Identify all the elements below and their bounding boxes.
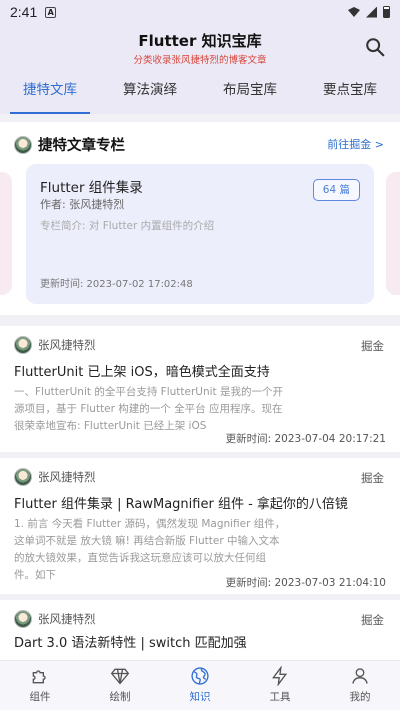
app-header: Flutter 知识宝库 分类收录张风捷特烈的博客文章 <box>0 24 400 70</box>
article-card[interactable]: 张风捷特烈 掘金 FlutterUnit 已上架 iOS，暗色模式全面支持 一、… <box>0 326 400 452</box>
article-card[interactable]: 张风捷特烈 掘金 Dart 3.0 语法新特性 | switch 匹配加强 <box>0 600 400 660</box>
article-updated: 更新时间: 2023-07-03 21:04:10 <box>225 577 386 589</box>
nav-label: 我的 <box>349 691 371 703</box>
article-source: 掘金 <box>361 471 384 485</box>
article-author-row: 张风捷特烈 <box>14 336 96 354</box>
article-updated: 更新时间: 2023-07-04 20:17:21 <box>225 433 386 445</box>
nav-item-paint[interactable]: 绘制 <box>80 661 160 710</box>
nav-item-knowledge[interactable]: 知识 <box>160 661 240 710</box>
article-title: Flutter 组件集录 | RawMagnifier 组件 - 拿起你的八倍镜 <box>14 497 348 512</box>
page-title: Flutter 知识宝库 <box>138 32 262 50</box>
article-source: 掘金 <box>361 613 384 627</box>
column-card-title: Flutter 组件集录 <box>40 180 143 196</box>
article-title: Dart 3.0 语法新特性 | switch 匹配加强 <box>14 636 247 651</box>
avatar <box>14 610 32 628</box>
article-source: 掘金 <box>361 339 384 353</box>
search-icon[interactable] <box>364 36 386 58</box>
column-card-description: 专栏简介: 对 Flutter 内置组件的介绍 <box>40 220 215 232</box>
article-title: FlutterUnit 已上架 iOS，暗色模式全面支持 <box>14 365 270 380</box>
nav-label: 工具 <box>269 691 291 703</box>
tab-algorithm[interactable]: 算法演绎 <box>100 70 200 114</box>
nav-label: 知识 <box>189 691 211 703</box>
page-subtitle: 分类收录张风捷特烈的博客文章 <box>133 55 267 66</box>
status-time: 2:41 <box>10 4 38 20</box>
diamond-icon <box>110 668 130 685</box>
nav-label: 组件 <box>29 691 51 703</box>
nav-item-tools[interactable]: 工具 <box>240 661 320 710</box>
column-heading-label: 捷特文章专栏 <box>38 138 125 154</box>
avatar <box>14 468 32 486</box>
battery-icon <box>383 6 390 18</box>
article-card[interactable]: 张风捷特烈 掘金 Flutter 组件集录 | RawMagnifier 组件 … <box>0 458 400 594</box>
lightning-icon <box>272 666 288 686</box>
carousel-next-card[interactable] <box>386 172 400 295</box>
notification-a-icon: A <box>45 6 57 18</box>
column-heading: 捷特文章专栏 <box>14 134 125 155</box>
tab-key-points[interactable]: 要点宝库 <box>300 70 400 114</box>
article-author-row: 张风捷特烈 <box>14 610 96 628</box>
tab-layout[interactable]: 布局宝库 <box>200 70 300 114</box>
article-author: 张风捷特烈 <box>38 612 96 626</box>
avatar <box>14 135 32 154</box>
person-icon <box>352 668 368 684</box>
puzzle-icon <box>32 670 46 684</box>
article-excerpt: 1. 前言 今天看 Flutter 源码，偶然发现 Magnifier 组件，这… <box>14 518 286 581</box>
bottom-nav: 组件 绘制 知识 工具 我的 <box>0 660 400 710</box>
article-author: 张风捷特烈 <box>38 470 96 484</box>
nav-item-mine[interactable]: 我的 <box>320 661 400 710</box>
article-author: 张风捷特烈 <box>38 338 96 352</box>
column-card-author: 作者: 张风捷特烈 <box>40 198 125 211</box>
article-author-row: 张风捷特烈 <box>14 468 96 486</box>
nav-item-components[interactable]: 组件 <box>0 661 80 710</box>
avatar <box>14 336 32 354</box>
tab-jiete-library[interactable]: 捷特文库 <box>0 70 100 114</box>
category-tabs: 捷特文库 算法演绎 布局宝库 要点宝库 <box>0 70 400 114</box>
wifi-icon <box>348 7 360 17</box>
column-card-updated: 更新时间: 2023-07-02 17:02:48 <box>40 279 193 290</box>
goto-juejin-link[interactable]: 前往掘金 > <box>327 136 384 152</box>
column-section: 捷特文章专栏 前往掘金 > Flutter 组件集录 作者: 张风捷特烈 专栏简… <box>0 122 400 315</box>
carousel-prev-card[interactable] <box>0 172 12 295</box>
column-card[interactable]: Flutter 组件集录 作者: 张风捷特烈 专栏简介: 对 Flutter 内… <box>26 164 374 304</box>
nav-label: 绘制 <box>109 691 131 703</box>
status-bar: 2:41 A <box>0 0 400 24</box>
signal-icon <box>366 6 377 18</box>
article-count-badge: 64 篇 <box>312 179 360 201</box>
globe-icon <box>191 667 209 685</box>
article-excerpt: 一、FlutterUnit 的全平台支持 FlutterUnit 是我的一个开源… <box>14 386 284 432</box>
